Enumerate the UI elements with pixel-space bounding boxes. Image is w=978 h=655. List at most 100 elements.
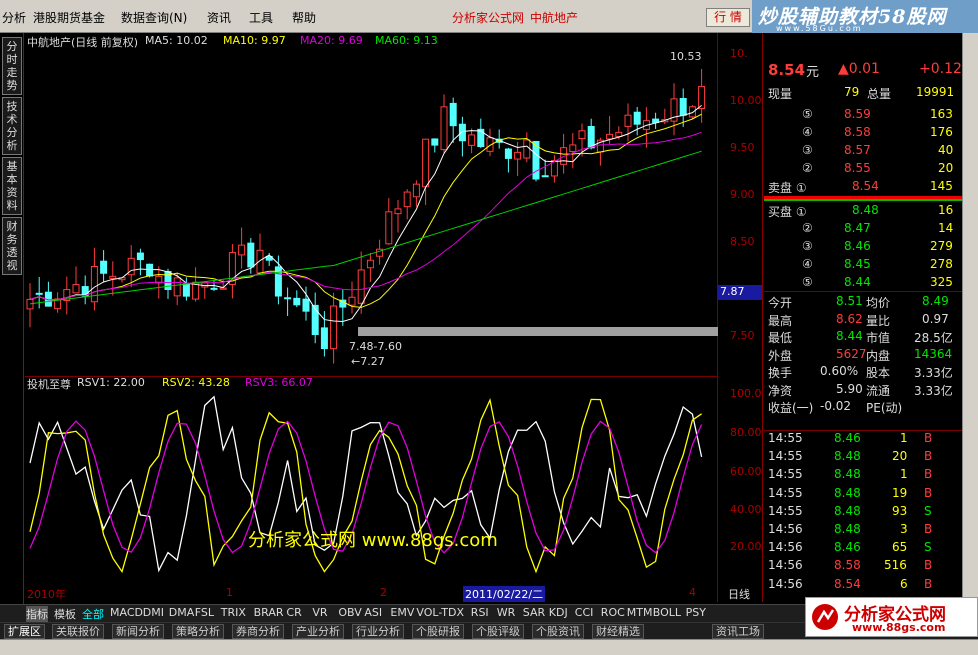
ext-tab-9[interactable]: 个股资讯: [532, 624, 584, 639]
y-tick-9-5: 9.50: [730, 141, 755, 154]
stat-label-2: 市值: [866, 331, 891, 345]
total-volume-label: 总量: [867, 87, 892, 101]
candle-body: [431, 138, 439, 146]
indicator-tab-模板[interactable]: 模板: [54, 606, 76, 622]
x-month-2: 2: [380, 586, 387, 599]
candle-body: [247, 242, 255, 268]
indicator-tab-brar[interactable]: BRAR: [254, 606, 284, 619]
sell-volume: 145: [930, 179, 953, 193]
indicator-tab-roc[interactable]: ROC: [601, 606, 625, 619]
candle-body: [679, 97, 687, 116]
tick-price: 8.48: [834, 485, 861, 500]
stat-row: 最低 8.44 市值 28.5亿: [764, 329, 962, 346]
menu-analysis[interactable]: 分析: [2, 9, 26, 26]
selection-bar[interactable]: [358, 327, 718, 336]
ext-tab-8[interactable]: 个股评级: [472, 624, 524, 639]
tick-row: 14:55 8.48 19 B: [764, 486, 962, 503]
ext-tab-4[interactable]: 券商分析: [232, 624, 284, 639]
ext-tab-3[interactable]: 策略分析: [172, 624, 224, 639]
tick-time: 14:56: [768, 522, 803, 536]
indicator-tab-mtm[interactable]: MTM: [627, 606, 653, 619]
tick-row: 14:55 8.46 1 B: [764, 431, 962, 448]
tab-financials[interactable]: 财务透视: [2, 217, 22, 275]
menu-hk-futures-funds[interactable]: 港股期货基金: [33, 9, 105, 26]
right-scrollbar[interactable]: [962, 33, 978, 604]
indicator-tab-全部[interactable]: 全部: [82, 606, 104, 622]
stat-value-2: 0.97: [922, 311, 949, 326]
indicator-tab-kdj[interactable]: KDJ: [549, 606, 568, 619]
stat-label-2: 均价: [866, 296, 891, 310]
indicator-tab-指标[interactable]: 指标: [26, 606, 48, 622]
indicator-tab-fsl[interactable]: FSL: [195, 606, 214, 619]
ind-tick-20: 20.00: [730, 540, 762, 553]
stat-label-2: 量比: [866, 313, 891, 328]
ext-tab-0[interactable]: 扩展区: [4, 624, 45, 639]
indicator-tab-psy[interactable]: PSY: [686, 606, 706, 619]
stat-label-2: PE(动): [866, 401, 903, 415]
quote-tab[interactable]: 行 情: [706, 8, 750, 27]
menu-bar: 分析 港股期货基金 数据查询(N) 资讯 工具 帮助 分析家公式网 中航地产 行…: [0, 0, 978, 33]
low-price-label: ←7.27: [351, 355, 385, 368]
indicator-tab-dma[interactable]: DMA: [169, 606, 195, 619]
indicator-tab-emv[interactable]: EMV: [390, 606, 414, 619]
ext-tab-1[interactable]: 关联报价: [52, 624, 104, 639]
indicator-tab-rsi[interactable]: RSI: [471, 606, 489, 619]
price-unit: 元: [806, 65, 820, 80]
tick-side: B: [924, 449, 933, 464]
side-tabs: 分时走势 技术分析 基本资料 财务透视: [0, 33, 24, 604]
stock-name-title: 中航地产: [530, 11, 579, 25]
sell-volume: 163: [930, 107, 953, 121]
indicator-tab-cr[interactable]: CR: [286, 606, 301, 619]
tick-row: 14:56 8.54 6 B: [764, 577, 962, 594]
indicator-tab-wr[interactable]: WR: [497, 606, 516, 619]
tab-intraday[interactable]: 分时走势: [2, 37, 22, 95]
tick-price: 8.46: [834, 431, 861, 445]
x-month-4: 4: [689, 586, 696, 599]
tab-technical[interactable]: 技术分析: [2, 97, 22, 155]
stat-label-2: 流通: [866, 383, 891, 398]
current-volume: 79: [844, 85, 860, 99]
indicator-tab-sar[interactable]: SAR: [523, 606, 545, 619]
menu-tools[interactable]: 工具: [249, 9, 273, 26]
candle-body: [422, 138, 430, 188]
ext-tab-6[interactable]: 行业分析: [352, 624, 404, 639]
tick-time: 14:56: [768, 576, 803, 591]
ext-tab-5[interactable]: 产业分析: [292, 624, 344, 639]
price-cursor-tag: 7.87: [718, 285, 762, 300]
tick-side: B: [924, 467, 933, 482]
indicator-tab-asi[interactable]: ASI: [364, 606, 382, 619]
ext-tab-7[interactable]: 个股研报: [412, 624, 464, 639]
tick-time: 14:56: [768, 558, 803, 573]
candle-body: [26, 298, 34, 310]
indicator-tab-cci[interactable]: CCI: [575, 606, 594, 619]
indicator-tab-boll[interactable]: BOLL: [653, 606, 681, 619]
buy-level: ④: [802, 257, 813, 271]
kline-chart-area[interactable]: 中航地产(日线 前复权) MA5: 10.02 MA10: 9.97 MA20:…: [25, 33, 718, 602]
sell-volume: 40: [938, 143, 954, 157]
menu-news[interactable]: 资讯: [207, 9, 231, 26]
stat-value-2: 8.49: [922, 294, 949, 308]
ext-tab-2[interactable]: 新闻分析: [112, 624, 164, 639]
buy-price: 8.47: [844, 221, 871, 235]
indicator-tab-macd[interactable]: MACD: [110, 606, 143, 619]
tab-fundamentals[interactable]: 基本资料: [2, 157, 22, 215]
stat-value-2: 3.33亿: [914, 366, 953, 380]
candle-body: [541, 175, 549, 178]
indicator-tab-obv[interactable]: OBV: [338, 606, 361, 619]
candle-body: [633, 111, 641, 125]
menu-help[interactable]: 帮助: [292, 9, 316, 26]
sell-row: ④ 8.58 176: [764, 125, 962, 142]
buy-price: 8.48: [852, 203, 879, 217]
indicator-tab-vr[interactable]: VR: [312, 606, 327, 619]
indicator-tab-trix[interactable]: TRIX: [221, 606, 246, 619]
ind-tick-60: 60.00: [730, 465, 762, 478]
tick-volume: 6: [900, 576, 908, 591]
period-label[interactable]: 日线: [728, 586, 750, 602]
ext-tab-10[interactable]: 财经精选: [592, 624, 644, 639]
menu-data-query[interactable]: 数据查询(N): [121, 9, 187, 26]
indicator-tab-vol-tdx[interactable]: VOL-TDX: [416, 606, 464, 619]
info-workshop-tab[interactable]: 资讯工场: [712, 624, 764, 639]
indicator-tab-dmi[interactable]: DMI: [143, 606, 164, 619]
price-axis: 10. 10.00 9.50 9.00 8.50 7.50 7.87 100.0…: [718, 33, 763, 602]
tick-row: 14:56 8.46 65 S: [764, 540, 962, 557]
